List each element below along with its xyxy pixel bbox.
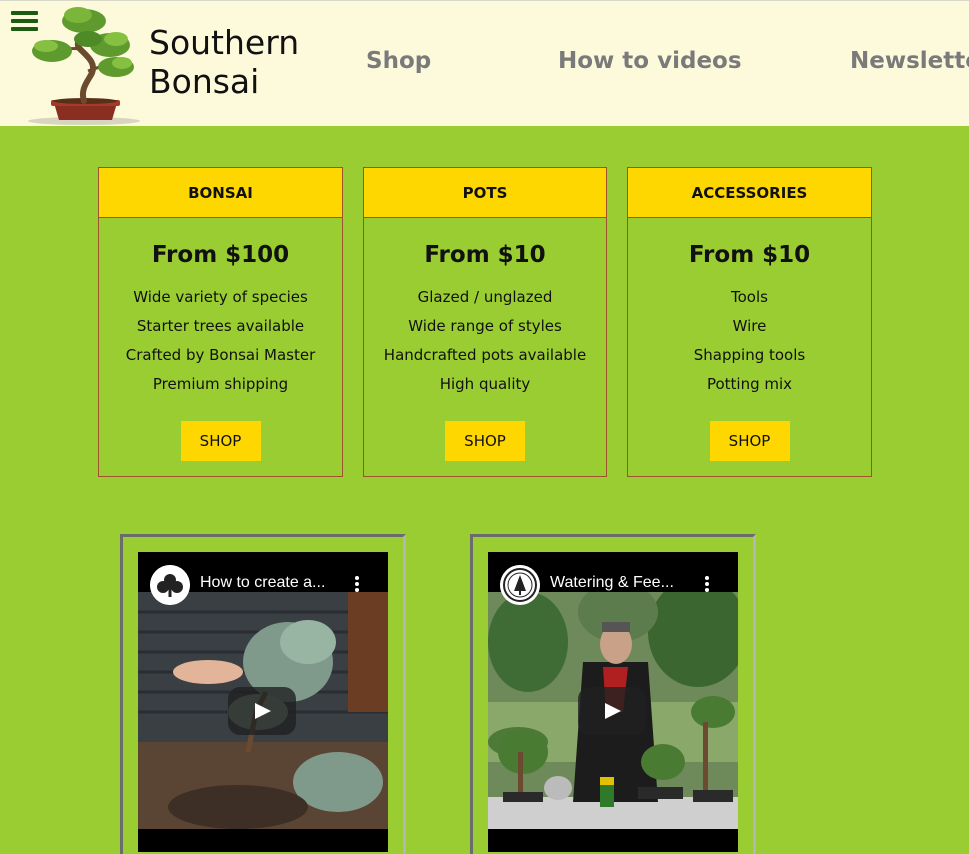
bonsai-tree-logo[interactable] xyxy=(22,1,142,125)
card-feature: Crafted by Bonsai Master xyxy=(125,346,316,364)
video-bottom-bar xyxy=(138,829,388,852)
nav-link-newsletter[interactable]: Newsletter xyxy=(850,48,969,74)
card-heading: POTS xyxy=(364,168,606,218)
card-price: From $10 xyxy=(424,242,546,268)
card-feature: Wide variety of species xyxy=(133,288,308,306)
play-icon[interactable] xyxy=(228,687,296,735)
site-header: Southern Bonsai Shop How to videos Newsl… xyxy=(0,0,969,126)
site-title-line1: Southern xyxy=(149,23,300,62)
nav-link-how-to-videos[interactable]: How to videos xyxy=(558,48,742,74)
channel-avatar-icon[interactable] xyxy=(500,565,540,605)
card-feature-list: Tools Wire Shapping tools Potting mix xyxy=(628,283,871,399)
card-price: From $100 xyxy=(151,242,290,268)
shop-accessories-button[interactable]: SHOP xyxy=(709,421,790,461)
video-bottom-bar xyxy=(488,829,738,852)
card-feature: High quality xyxy=(439,375,531,393)
card-price: From $10 xyxy=(688,242,811,268)
shop-pots-button[interactable]: SHOP xyxy=(445,421,525,461)
video-player[interactable]: Watering & Fee... xyxy=(488,552,738,852)
product-card-accessories: ACCESSORIES From $10 Tools Wire Shapping… xyxy=(627,167,872,477)
video-title[interactable]: How to create a... xyxy=(200,574,325,592)
video-title[interactable]: Watering & Fee... xyxy=(550,574,674,592)
card-heading: ACCESSORIES xyxy=(628,168,871,218)
play-icon[interactable] xyxy=(578,687,646,735)
card-feature: Wide range of styles xyxy=(408,317,562,335)
card-feature: Handcrafted pots available xyxy=(383,346,587,364)
card-feature-list: Wide variety of species Starter trees av… xyxy=(99,283,342,399)
shop-bonsai-button[interactable]: SHOP xyxy=(180,421,261,461)
card-feature: Premium shipping xyxy=(152,375,289,393)
video-embed-frame: Watering & Fee... xyxy=(470,534,756,854)
card-feature: Shapping tools xyxy=(693,346,806,364)
product-card-bonsai: BONSAI From $100 Wide variety of species… xyxy=(98,167,343,477)
card-feature: Potting mix xyxy=(706,375,793,393)
card-heading: BONSAI xyxy=(99,168,342,218)
more-vertical-icon[interactable] xyxy=(700,575,714,593)
card-feature: Starter trees available xyxy=(136,317,305,335)
channel-avatar-icon[interactable] xyxy=(150,565,190,605)
card-feature: Tools xyxy=(731,288,768,306)
product-card-pots: POTS From $10 Glazed / unglazed Wide ran… xyxy=(363,167,607,477)
video-player[interactable]: How to create a... xyxy=(138,552,388,852)
more-vertical-icon[interactable] xyxy=(350,575,364,593)
card-feature-list: Glazed / unglazed Wide range of styles H… xyxy=(364,283,606,399)
video-embed-frame: How to create a... xyxy=(120,534,406,854)
card-feature: Glazed / unglazed xyxy=(417,288,553,306)
nav-link-shop[interactable]: Shop xyxy=(366,48,431,74)
site-title-line2: Bonsai xyxy=(149,62,260,101)
card-feature: Wire xyxy=(732,317,767,335)
site-title[interactable]: Southern Bonsai xyxy=(149,23,299,101)
